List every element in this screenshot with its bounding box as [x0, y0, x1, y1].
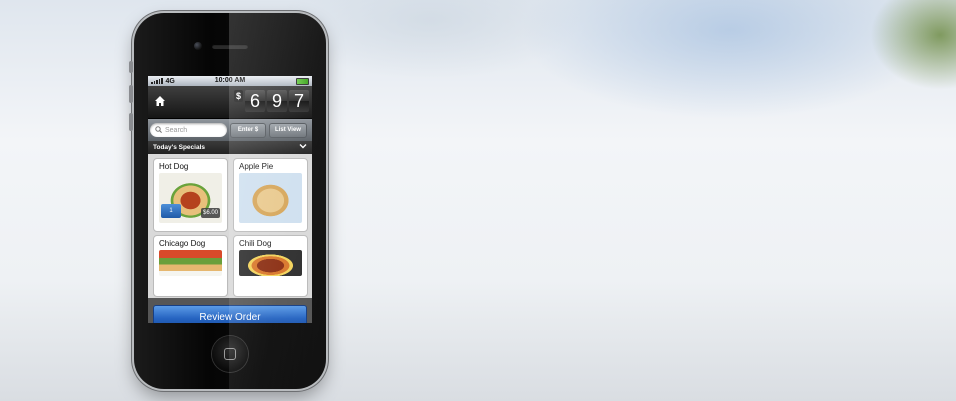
total-digit: 7	[289, 90, 309, 112]
search-placeholder: Search	[165, 126, 188, 134]
total-digit: 9	[267, 90, 287, 112]
order-total: $ 6 9 7	[233, 90, 309, 112]
earpiece-speaker	[212, 44, 248, 49]
home-icon[interactable]	[153, 94, 167, 108]
total-digit: 6	[245, 90, 265, 112]
hardware-home-button[interactable]	[212, 336, 248, 372]
list-view-button[interactable]: List View	[269, 122, 307, 138]
volume-up-button	[129, 85, 133, 103]
chili-dog-image	[239, 250, 302, 276]
phone-screen: 4G 10:00 AM $ 6 9 7 Search Enter $ List …	[148, 76, 312, 323]
menu-item-card[interactable]: Apple Pie	[233, 158, 308, 232]
item-name: Hot Dog	[159, 162, 189, 171]
search-input[interactable]: Search	[150, 123, 227, 137]
currency-symbol: $	[233, 90, 243, 102]
phone-device: 4G 10:00 AM $ 6 9 7 Search Enter $ List …	[129, 13, 326, 389]
battery-icon	[296, 78, 309, 85]
item-name: Apple Pie	[239, 162, 274, 171]
front-camera	[194, 42, 202, 50]
section-title: Today's Specials	[153, 144, 206, 151]
item-name: Chicago Dog	[159, 239, 206, 248]
chevron-down-icon[interactable]	[299, 142, 307, 152]
review-order-button[interactable]: Review Order	[153, 305, 307, 323]
status-bar: 4G 10:00 AM	[148, 76, 312, 86]
item-name: Chili Dog	[239, 239, 272, 248]
status-time: 10:00 AM	[214, 77, 246, 84]
quantity-badge[interactable]: 1	[161, 204, 181, 218]
top-bar: $ 6 9 7	[148, 86, 312, 119]
volume-down-button	[129, 113, 133, 131]
apple-pie-image	[239, 173, 302, 223]
price-tag: $6.00	[200, 208, 220, 218]
search-toolbar: Search Enter $ List View	[148, 119, 312, 141]
menu-item-card[interactable]: Chicago Dog	[153, 235, 228, 297]
section-header[interactable]: Today's Specials	[148, 141, 312, 154]
magnifier-icon	[155, 125, 162, 135]
enter-amount-button[interactable]: Enter $	[230, 122, 266, 138]
mute-switch	[129, 61, 133, 73]
menu-item-card[interactable]: Chili Dog	[233, 235, 308, 297]
menu-item-card[interactable]: Hot Dog 1 $6.00	[153, 158, 228, 232]
home-square-icon	[224, 348, 236, 360]
chicago-dog-image	[159, 250, 222, 276]
hot-dog-image: 1 $6.00	[159, 173, 222, 223]
